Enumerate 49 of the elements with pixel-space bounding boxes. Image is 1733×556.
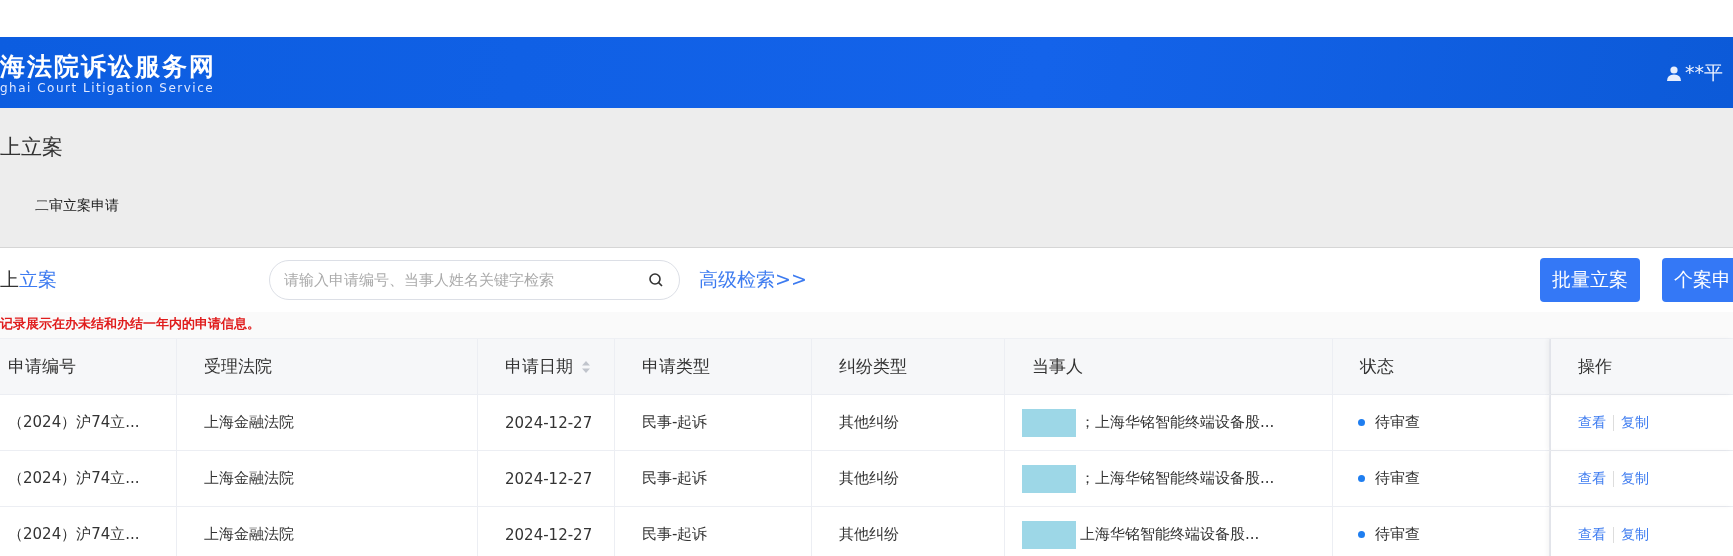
table-cell: 上海金融法院 xyxy=(204,469,294,488)
section-title-link[interactable]: 立案 xyxy=(19,267,57,293)
table-cell: 民事-起诉 xyxy=(642,469,708,488)
section-title: 上 xyxy=(0,267,19,292)
table-cell: 上海华铭智能终端设备股... xyxy=(1080,525,1260,544)
column-header: 申请类型 xyxy=(642,355,710,378)
nav-link[interactable]: 二审立案申请 xyxy=(35,197,119,213)
column-header: 当事人 xyxy=(1032,355,1083,378)
table-cell: 2024-12-27 xyxy=(505,469,593,488)
table-cell: 其他纠纷 xyxy=(839,413,899,432)
status-text: 待审查 xyxy=(1375,469,1420,488)
action-link[interactable]: 查看 xyxy=(1578,525,1606,544)
status-text: 待审查 xyxy=(1375,525,1420,544)
table-cell: （2024）沪74立... xyxy=(8,469,140,488)
site-title: 海法院诉讼服务网 xyxy=(0,52,216,81)
table-cell: 2024-12-27 xyxy=(505,413,593,432)
page-title: 上立案 xyxy=(0,134,64,161)
status-text: 待审查 xyxy=(1375,413,1420,432)
table-cell: ；上海华铭智能终端设备股... xyxy=(1080,469,1275,488)
table-cell: 上海金融法院 xyxy=(204,413,294,432)
table-cell: 上海金融法院 xyxy=(204,525,294,544)
table-cell: 民事-起诉 xyxy=(642,525,708,544)
user-name[interactable]: **平 xyxy=(1685,59,1723,86)
table-cell: ；上海华铭智能终端设备股... xyxy=(1080,413,1275,432)
advanced-search-link[interactable]: 高级检索>> xyxy=(699,267,807,293)
table-cell: （2024）沪74立... xyxy=(8,413,140,432)
column-header: 纠纷类型 xyxy=(839,355,907,378)
table-cell: 2024-12-27 xyxy=(505,525,593,544)
table-cell: 其他纠纷 xyxy=(839,525,899,544)
search-field[interactable]: 请输入申请编号、当事人姓名关键字检索 xyxy=(269,260,680,300)
table-cell: （2024）沪74立... xyxy=(8,525,140,544)
column-header: 申请日期 xyxy=(505,355,573,378)
notice-text: 记录展示在办未结和办结一年内的申请信息。 xyxy=(0,312,1733,338)
action-link[interactable]: 复制 xyxy=(1621,525,1649,544)
action-link[interactable]: 复制 xyxy=(1621,469,1649,488)
table-cell: 其他纠纷 xyxy=(839,469,899,488)
column-header: 申请编号 xyxy=(8,355,76,378)
column-header: 操作 xyxy=(1578,355,1612,378)
search-icon[interactable] xyxy=(648,272,664,288)
primary-button[interactable]: 批量立案 xyxy=(1540,258,1640,302)
column-header: 受理法院 xyxy=(204,355,272,378)
site-subtitle: ghai Court Litigation Service xyxy=(0,80,216,95)
action-link[interactable]: 查看 xyxy=(1578,413,1606,432)
action-link[interactable]: 查看 xyxy=(1578,469,1606,488)
column-header: 状态 xyxy=(1360,355,1394,378)
action-link[interactable]: 复制 xyxy=(1621,413,1649,432)
primary-button[interactable]: 个案申 xyxy=(1662,258,1733,302)
user-icon[interactable] xyxy=(1666,64,1682,81)
table-cell: 民事-起诉 xyxy=(642,413,708,432)
